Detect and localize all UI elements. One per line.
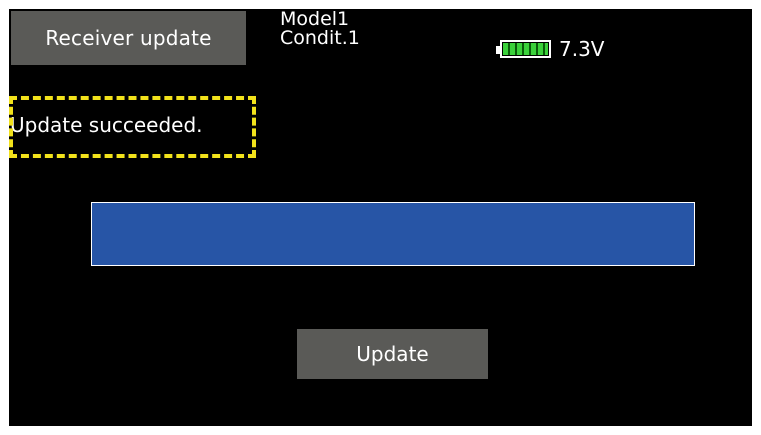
- update-button-label: Update: [356, 342, 429, 366]
- message-highlight-box: [9, 96, 256, 158]
- progress-bar-fill: [92, 203, 694, 265]
- battery-icon: [496, 40, 551, 58]
- battery-cap: [496, 46, 501, 54]
- battery-status: 7.3V: [496, 37, 605, 61]
- update-button[interactable]: Update: [297, 329, 488, 379]
- display-screen: Receiver update Model1 Condit.1 7.3V Upd…: [9, 9, 752, 426]
- battery-level-fill: [503, 43, 548, 55]
- condition-name: Condit.1: [280, 27, 360, 49]
- battery-voltage: 7.3V: [559, 37, 605, 61]
- progress-bar: [91, 202, 695, 266]
- title-button-label: Receiver update: [45, 26, 212, 50]
- model-info: Model1 Condit.1: [280, 10, 360, 48]
- receiver-update-title-button[interactable]: Receiver update: [11, 11, 246, 65]
